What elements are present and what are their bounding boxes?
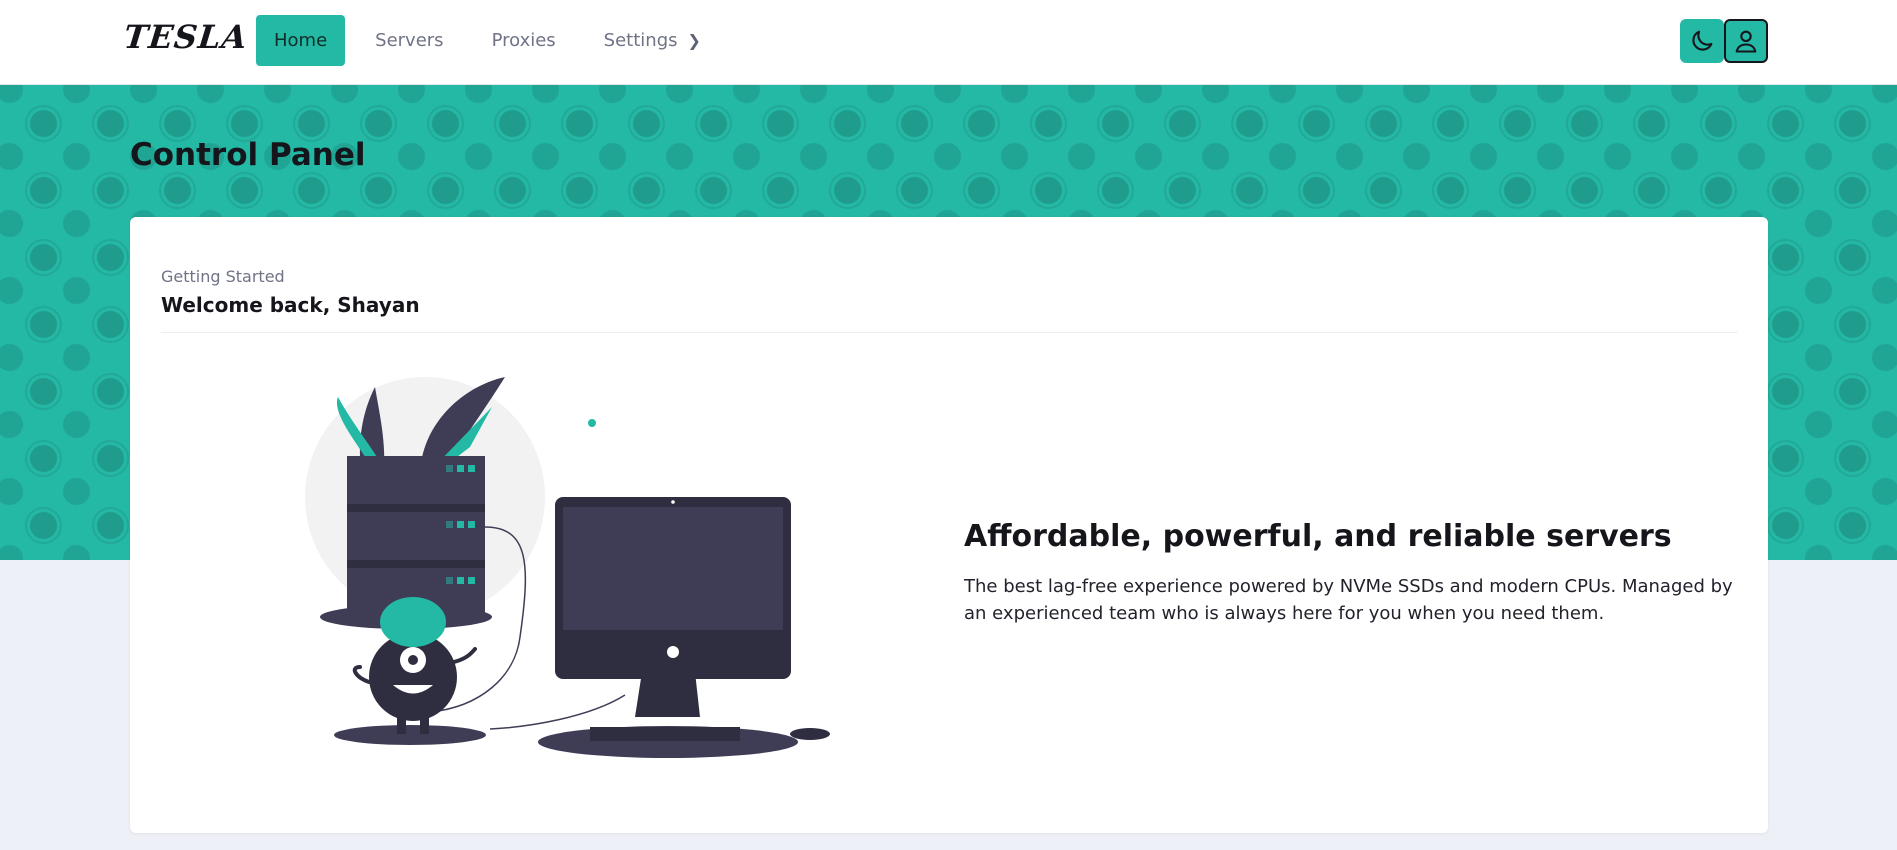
nav-item-proxies[interactable]: Proxies — [474, 15, 574, 66]
divider — [161, 332, 1738, 333]
main-nav: Home Servers Proxies Settings ❯ — [256, 15, 731, 66]
nav-item-label: Home — [274, 30, 328, 51]
nav-item-servers[interactable]: Servers — [357, 15, 461, 66]
promo-title: Affordable, powerful, and reliable serve… — [964, 519, 1672, 554]
nav-item-label: Settings — [603, 30, 678, 51]
promo-text: The best lag-free experience powered by … — [964, 576, 1733, 624]
welcome-card: Getting Started Welcome back, Shayan Aff… — [130, 217, 1768, 833]
nav-item-label: Servers — [375, 30, 444, 51]
card-subtitle: Getting Started — [161, 267, 285, 286]
nav-item-label: Proxies — [491, 30, 556, 51]
brand-logo[interactable]: TESLA — [122, 18, 250, 56]
chevron-right-icon: ❯ — [687, 31, 701, 50]
nav-item-settings[interactable]: Settings ❯ — [586, 15, 719, 66]
user-icon — [1735, 30, 1757, 53]
theme-toggle-button[interactable] — [1680, 19, 1724, 63]
moon-icon — [1692, 30, 1713, 51]
server-illustration — [305, 377, 830, 758]
account-button[interactable] — [1724, 19, 1768, 63]
top-navbar: TESLA Home Servers Proxies Settings ❯ — [0, 0, 1897, 85]
nav-item-home[interactable]: Home — [256, 15, 346, 66]
card-heading: Welcome back, Shayan — [161, 293, 420, 317]
page-title: Control Panel — [130, 137, 366, 173]
